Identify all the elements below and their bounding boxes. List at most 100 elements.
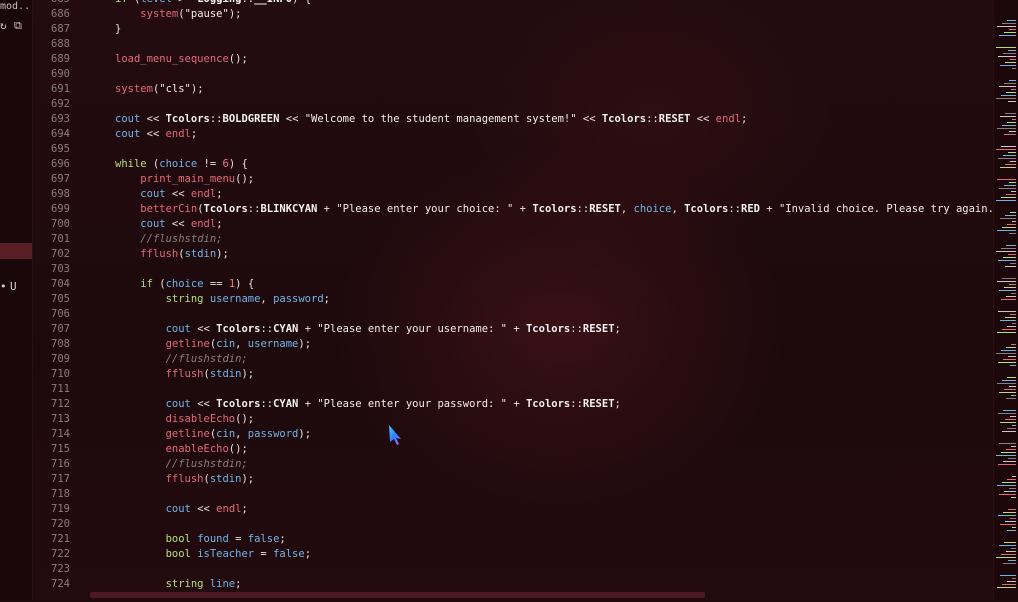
code-line[interactable]: 710 fflush(stdin); — [32, 367, 994, 382]
explorer-selected-item[interactable] — [0, 243, 32, 259]
code-text[interactable]: fflush(stdin); — [115, 367, 255, 382]
explorer-item-label[interactable]: mod... — [0, 1, 32, 12]
minimap-line — [1010, 518, 1016, 519]
code-line[interactable]: 694 cout << endl; — [32, 127, 994, 142]
code-line[interactable]: 689 load_menu_sequence(); — [32, 52, 994, 67]
code-text[interactable]: } — [115, 22, 121, 37]
code-line[interactable]: 715 enableEcho(); — [32, 442, 994, 457]
code-line[interactable]: 705 string username, password; — [32, 292, 994, 307]
minimap-line — [1001, 248, 1016, 249]
code-line[interactable]: 696 while (choice != 6) { — [32, 157, 994, 172]
code-text[interactable]: betterCin(Tcolors::BLINKCYAN + "Please e… — [115, 202, 994, 217]
code-text[interactable]: system("cls"); — [115, 82, 204, 97]
minimap-line — [997, 332, 1016, 333]
line-number: 707 — [51, 323, 70, 335]
code-text[interactable]: string line; — [115, 577, 242, 592]
code-line[interactable]: 709 //flushstdin; — [32, 352, 994, 367]
code-line[interactable]: 720 — [32, 517, 994, 532]
code-line[interactable]: 706 — [32, 307, 994, 322]
code-editor[interactable]: 685 if (level >= Logging::__INFO) {686 sy… — [32, 0, 994, 602]
code-line[interactable]: 703 — [32, 262, 994, 277]
code-text[interactable]: //flushstdin; — [115, 457, 248, 472]
code-line[interactable]: 723 — [32, 562, 994, 577]
horizontal-scrollbar[interactable] — [90, 592, 705, 598]
code-text[interactable]: bool isTeacher = false; — [115, 547, 311, 562]
code-text[interactable]: getline(cin, password); — [115, 427, 311, 442]
minimap-line — [1001, 452, 1016, 453]
minimap-line — [1010, 161, 1016, 162]
minimap-line — [1010, 59, 1016, 60]
code-text[interactable]: fflush(stdin); — [115, 472, 255, 487]
code-line[interactable]: 702 fflush(stdin); — [32, 247, 994, 262]
code-line[interactable]: 724 string line; — [32, 577, 994, 592]
code-line[interactable]: 701 //flushstdin; — [32, 232, 994, 247]
line-number: 721 — [51, 533, 70, 545]
code-text[interactable]: cout << Tcolors::CYAN + "Please enter yo… — [115, 397, 621, 412]
minimap-line — [1010, 416, 1016, 417]
line-number: 691 — [51, 83, 70, 95]
minimap-line — [1009, 182, 1016, 183]
code-text[interactable]: getline(cin, username); — [115, 337, 311, 352]
code-line[interactable]: 686 system("pause"); — [32, 7, 994, 22]
code-text[interactable]: load_menu_sequence(); — [115, 52, 248, 67]
code-text[interactable]: //flushstdin; — [115, 352, 248, 367]
code-text[interactable]: while (choice != 6) { — [115, 157, 248, 172]
code-line[interactable]: 722 bool isTeacher = false; — [32, 547, 994, 562]
code-text[interactable]: cout << endl; — [115, 187, 222, 202]
code-line[interactable]: 693 cout << Tcolors::BOLDGREEN << "Welcom… — [32, 112, 994, 127]
code-line[interactable]: 695 — [32, 142, 994, 157]
minimap-line — [1006, 92, 1016, 93]
code-text[interactable]: system("pause"); — [115, 7, 241, 22]
code-line[interactable]: 711 — [32, 382, 994, 397]
minimap-line — [1009, 284, 1016, 285]
code-line[interactable]: 707 cout << Tcolors::CYAN + "Please ente… — [32, 322, 994, 337]
minimap-line — [1006, 296, 1016, 297]
collapse-all-icon[interactable]: ⧉ — [14, 19, 22, 33]
code-line[interactable]: 690 — [32, 67, 994, 82]
code-line[interactable]: 699 betterCin(Tcolors::BLINKCYAN + "Plea… — [32, 202, 994, 217]
code-line[interactable]: 692 — [32, 97, 994, 112]
code-line[interactable]: 687} — [32, 22, 994, 37]
code-line[interactable]: 716 //flushstdin; — [32, 457, 994, 472]
code-text[interactable]: cout << endl; — [115, 217, 222, 232]
code-text[interactable]: cout << endl; — [115, 502, 248, 517]
code-text[interactable]: if (choice == 1) { — [115, 277, 254, 292]
code-text[interactable]: string username, password; — [115, 292, 330, 307]
code-line[interactable]: 708 getline(cin, username); — [32, 337, 994, 352]
code-text[interactable]: cout << Tcolors::BOLDGREEN << "Welcome t… — [115, 112, 747, 127]
code-line[interactable]: 688 — [32, 37, 994, 52]
code-line[interactable]: 717 fflush(stdin); — [32, 472, 994, 487]
code-text[interactable]: //flushstdin; — [115, 232, 222, 247]
code-line[interactable]: 721 bool found = false; — [32, 532, 994, 547]
code-text[interactable]: disableEcho(); — [115, 412, 255, 427]
code-text[interactable]: if (level >= Logging::__INFO) { — [115, 0, 311, 7]
code-line[interactable]: 697 print_main_menu(); — [32, 172, 994, 187]
code-line[interactable]: 691 system("cls"); — [32, 82, 994, 97]
minimap-line — [1002, 584, 1016, 585]
line-number: 712 — [51, 398, 70, 410]
refresh-icon[interactable]: ↻ — [0, 19, 7, 32]
code-line[interactable]: 700 cout << endl; — [32, 217, 994, 232]
code-line[interactable]: 712 cout << Tcolors::CYAN + "Please ente… — [32, 397, 994, 412]
line-number: 714 — [51, 428, 70, 440]
minimap[interactable] — [993, 0, 1018, 600]
line-number: 690 — [51, 68, 70, 80]
code-text[interactable]: fflush(stdin); — [115, 247, 229, 262]
code-text[interactable]: print_main_menu(); — [115, 172, 254, 187]
minimap-line — [996, 353, 1016, 354]
code-text[interactable]: cout << endl; — [115, 127, 197, 142]
minimap-line — [998, 311, 1016, 312]
code-text[interactable]: bool found = false; — [115, 532, 286, 547]
code-line[interactable]: 713 disableEcho(); — [32, 412, 994, 427]
code-line[interactable]: 685 if (level >= Logging::__INFO) { — [32, 0, 994, 7]
code-line[interactable]: 714 getline(cin, password); — [32, 427, 994, 442]
code-text[interactable]: cout << Tcolors::CYAN + "Please enter yo… — [115, 322, 621, 337]
code-text[interactable]: enableEcho(); — [115, 442, 248, 457]
code-line[interactable]: 718 — [32, 487, 994, 502]
code-line[interactable]: 698 cout << endl; — [32, 187, 994, 202]
line-number: 697 — [51, 173, 70, 185]
minimap-line — [1006, 449, 1016, 450]
code-line[interactable]: 719 cout << endl; — [32, 502, 994, 517]
explorer-sidebar: mod... ↻ ⧉ • U — [0, 0, 33, 600]
code-line[interactable]: 704 if (choice == 1) { — [32, 277, 994, 292]
